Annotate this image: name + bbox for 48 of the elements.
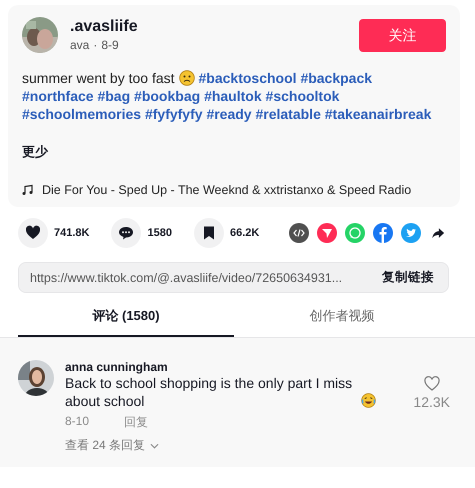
hashtag-link[interactable]: #haultok — [204, 88, 262, 104]
view-replies-link[interactable]: 查看 24 条回复 — [65, 437, 146, 454]
hashtag-link[interactable]: #schooltok — [266, 88, 340, 104]
follow-button[interactable]: 关注 — [359, 19, 446, 52]
reply-link[interactable]: 回复 — [124, 414, 148, 431]
video-url: https://www.tiktok.com/@.avasliife/video/72650634931... — [30, 270, 342, 284]
nickname: ava — [70, 37, 90, 53]
caption-text: summer went by too fast — [22, 70, 175, 86]
username[interactable]: .avasliife — [70, 17, 359, 37]
hashtag-link[interactable]: #backpack — [300, 70, 372, 86]
save-button[interactable] — [194, 218, 224, 248]
speech-bubble-icon — [118, 225, 134, 241]
hashtag-link[interactable]: #backtoschool — [198, 70, 297, 86]
hashtag-link[interactable]: #ready — [206, 106, 252, 122]
music-note-icon — [22, 184, 34, 196]
copy-link-button[interactable]: 复制链接 — [382, 269, 434, 286]
stat-count: 1580 — [147, 227, 172, 239]
like-count: 12.3K — [413, 394, 450, 410]
twitter-icon[interactable] — [401, 223, 422, 243]
hashtag-link[interactable]: #northface — [22, 88, 94, 104]
hashtag-link[interactable]: #bookbag — [134, 88, 200, 104]
comment-author[interactable]: anna cunningham — [65, 360, 414, 374]
hashtag-link[interactable]: #bag — [97, 88, 130, 104]
laughing-face-icon — [361, 393, 376, 408]
separator-dot: · — [93, 37, 98, 53]
sad-face-icon — [178, 70, 195, 86]
stat-count: 66.2K — [230, 227, 260, 239]
music-title[interactable]: Die For You - Sped Up - The Weeknd & xxtristanxo & Speed Radio — [42, 183, 412, 197]
like-button[interactable] — [18, 218, 48, 248]
embed-icon[interactable] — [289, 223, 310, 243]
tab[interactable]: 创作者视频 — [234, 297, 450, 337]
comment-date: 8-10 — [65, 414, 90, 430]
stat-count: 741.8K — [54, 227, 90, 239]
share-arrow-icon[interactable] — [431, 226, 446, 240]
link-field[interactable]: https://www.tiktok.com/@.avasliife/video/72650634931... 复制链接 — [18, 262, 449, 293]
comment-button[interactable] — [111, 218, 142, 248]
hashtag-link[interactable]: #fyfyfyfy — [144, 106, 203, 122]
hashtag-link[interactable]: #takeanairbreak — [324, 106, 432, 122]
show-less-link[interactable]: 更少 — [22, 143, 446, 161]
hashtag-link[interactable]: #relatable — [255, 106, 321, 122]
post-date: 8-9 — [101, 37, 119, 53]
chevron-down-icon — [150, 442, 160, 448]
heart-outline-icon[interactable] — [424, 376, 440, 392]
heart-icon — [25, 225, 41, 241]
facebook-icon[interactable] — [373, 223, 394, 243]
hashtag-link[interactable]: #schoolmemories — [22, 106, 142, 122]
comment-text: Back to school shopping is the only part I miss about school — [65, 374, 354, 410]
send-icon[interactable] — [317, 223, 338, 243]
